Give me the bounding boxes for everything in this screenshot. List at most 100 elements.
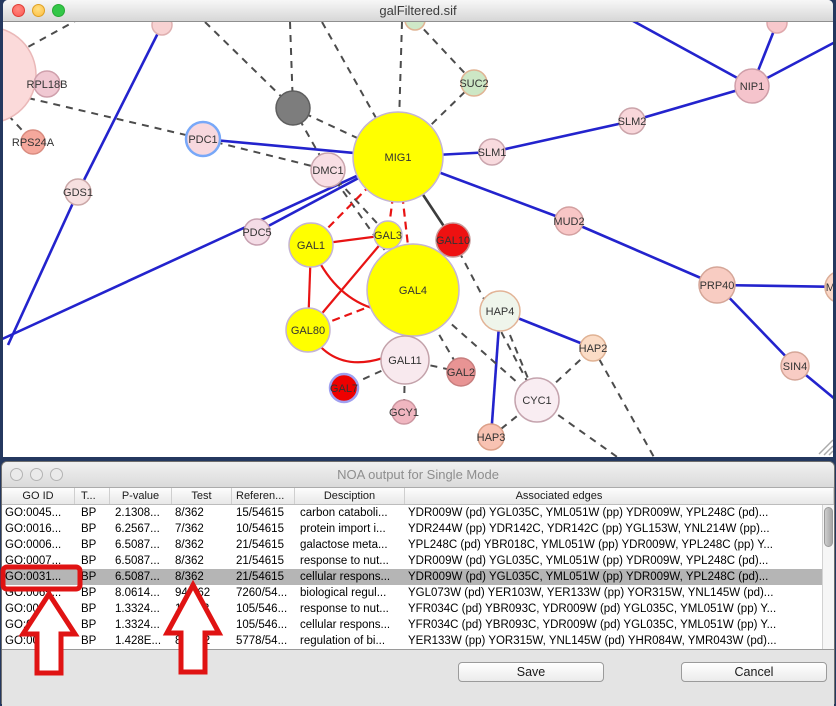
node-label: NIP1	[740, 81, 764, 93]
cell-p: 1.3324...	[110, 601, 172, 617]
cell-ref: 105/546...	[232, 617, 295, 633]
table-row[interactable]: GO:0045...BP2.1308...8/36215/54615carbon…	[2, 505, 834, 521]
network-graph[interactable]: RPL18BRPS24AGDS1PDC1DMC1PDC5MIG1SUC2SLM1…	[3, 22, 833, 457]
node-label: RPS24A	[12, 137, 55, 149]
cell-desc: galactose meta...	[295, 537, 405, 553]
node-label: SLM2	[618, 116, 647, 128]
table-row[interactable]: GO:0031...BP1.3324...11/362105/546...cel…	[2, 617, 834, 633]
cell-p: 1.428E...	[110, 633, 172, 649]
cell-desc: protein import i...	[295, 521, 405, 537]
cut-node-green[interactable]	[405, 22, 425, 30]
zoom-button-inactive[interactable]	[50, 468, 63, 481]
cell-go: GO:0050...	[2, 633, 75, 649]
cell-go: GO:0065...	[2, 585, 75, 601]
table-rows: GO:0045...BP2.1308...8/36215/54615carbon…	[2, 505, 834, 649]
node-label: GAL1	[297, 240, 325, 252]
table-row[interactable]: GO:0031...BP1.3324...11/362105/546...res…	[2, 601, 834, 617]
node-label: MUD2	[553, 216, 584, 228]
cut-node-top[interactable]	[152, 22, 172, 35]
cut-node-topright[interactable]	[767, 22, 787, 33]
table-row[interactable]: GO:0031...BP6.5087...8/36221/54615cellul…	[2, 569, 834, 585]
column-header-test[interactable]: Test	[172, 488, 232, 504]
node-label: HAP3	[477, 432, 506, 444]
save-button[interactable]: Save	[458, 662, 604, 682]
node-label: GAL2	[447, 367, 475, 379]
cell-desc: response to nut...	[295, 553, 405, 569]
cell-p: 6.2567...	[110, 521, 172, 537]
cell-go: GO:0016...	[2, 521, 75, 537]
cancel-button[interactable]: Cancel	[681, 662, 827, 682]
cell-type: BP	[75, 521, 110, 537]
scrollbar-thumb[interactable]	[824, 507, 833, 547]
node-label: RPL18B	[27, 79, 68, 91]
table-row[interactable]: GO:0006...BP6.5087...8/36221/54615galact…	[2, 537, 834, 553]
column-header-p[interactable]: P-value	[110, 488, 172, 504]
big-node-cut[interactable]	[3, 27, 36, 123]
table-row[interactable]: GO:0050...BP1.428E...80/3625778/54...reg…	[2, 633, 834, 649]
cell-test: 11/362	[172, 601, 232, 617]
cell-type: BP	[75, 585, 110, 601]
cell-edges: YDR244W (pp) YDR142C, YDR142C (pp) YGL15…	[405, 521, 834, 537]
cell-p: 8.0614...	[110, 585, 172, 601]
cell-type: BP	[75, 569, 110, 585]
cell-ref: 105/546...	[232, 601, 295, 617]
node-label: PDC1	[188, 134, 217, 146]
cell-edges: YFR034C (pd) YBR093C, YDR009W (pd) YGL03…	[405, 601, 834, 617]
network-canvas[interactable]: RPL18BRPS24AGDS1PDC1DMC1PDC5MIG1SUC2SLM1…	[3, 22, 833, 457]
cell-type: BP	[75, 505, 110, 521]
minimize-button-inactive[interactable]	[30, 468, 43, 481]
table-row[interactable]: GO:0016...BP6.2567...7/36210/54615protei…	[2, 521, 834, 537]
node-label: SLM1	[478, 147, 507, 159]
node-label: CYC1	[522, 395, 551, 407]
column-header-go[interactable]: GO ID	[2, 488, 75, 504]
node-label: GAL7	[330, 383, 358, 395]
cell-ref: 21/54615	[232, 553, 295, 569]
zoom-button[interactable]	[52, 4, 65, 17]
cell-edges: YER133W (pp) YOR315W, YNL145W (pd) YHR08…	[405, 633, 834, 649]
cell-go: GO:0031...	[2, 569, 75, 585]
cell-p: 6.5087...	[110, 553, 172, 569]
edge-blue	[78, 25, 162, 192]
cell-go: GO:0045...	[2, 505, 75, 521]
edge-blue	[569, 221, 717, 285]
node-label: GDS1	[63, 187, 93, 199]
node-label: MSN5	[826, 282, 833, 294]
noa-window-titlebar[interactable]: NOA output for Single Mode	[2, 462, 834, 488]
edge-blue	[613, 22, 752, 86]
node-label: GAL4	[399, 285, 427, 297]
window-title: galFiltered.sif	[3, 0, 833, 21]
cell-ref: 21/54615	[232, 569, 295, 585]
cell-type: BP	[75, 601, 110, 617]
desktop: { "window1": { "title": "galFiltered.sif…	[0, 0, 836, 704]
close-button-inactive[interactable]	[10, 468, 23, 481]
cell-ref: 7260/54...	[232, 585, 295, 601]
cell-go: GO:0031...	[2, 617, 75, 633]
node-label: GAL10	[436, 235, 470, 247]
close-button[interactable]	[12, 4, 25, 17]
table-row[interactable]: GO:0065...BP8.0614...94/3627260/54...bio…	[2, 585, 834, 601]
results-table: GO:0045...BP2.1308...8/36215/54615carbon…	[2, 505, 834, 649]
column-header-ref[interactable]: Referen...	[232, 488, 295, 504]
table-row[interactable]: GO:0007...BP6.5087...8/36221/54615respon…	[2, 553, 834, 569]
table-header[interactable]: GO IDT...P-valueTestReferen...Desciption…	[2, 488, 834, 505]
column-header-type[interactable]: T...	[75, 488, 110, 504]
cell-edges: YGL073W (pd) YER103W, YER133W (pp) YOR31…	[405, 585, 834, 601]
cell-test: 8/362	[172, 505, 232, 521]
cell-type: BP	[75, 553, 110, 569]
cell-test: 8/362	[172, 537, 232, 553]
minimize-button[interactable]	[32, 4, 45, 17]
gray-node[interactable]	[276, 91, 310, 125]
edge-blue	[492, 121, 632, 152]
cell-p: 6.5087...	[110, 569, 172, 585]
node-label: GCY1	[389, 407, 419, 419]
column-header-desc[interactable]: Desciption	[295, 488, 405, 504]
network-window-titlebar[interactable]: galFiltered.sif	[3, 0, 833, 22]
cell-desc: response to nut...	[295, 601, 405, 617]
cell-test: 11/362	[172, 617, 232, 633]
cell-go: GO:0006...	[2, 537, 75, 553]
vertical-scrollbar[interactable]	[822, 505, 834, 649]
node-label: HAP2	[579, 343, 608, 355]
node-label: HAP4	[486, 306, 515, 318]
column-header-edges[interactable]: Associated edges	[405, 488, 834, 504]
cell-p: 2.1308...	[110, 505, 172, 521]
